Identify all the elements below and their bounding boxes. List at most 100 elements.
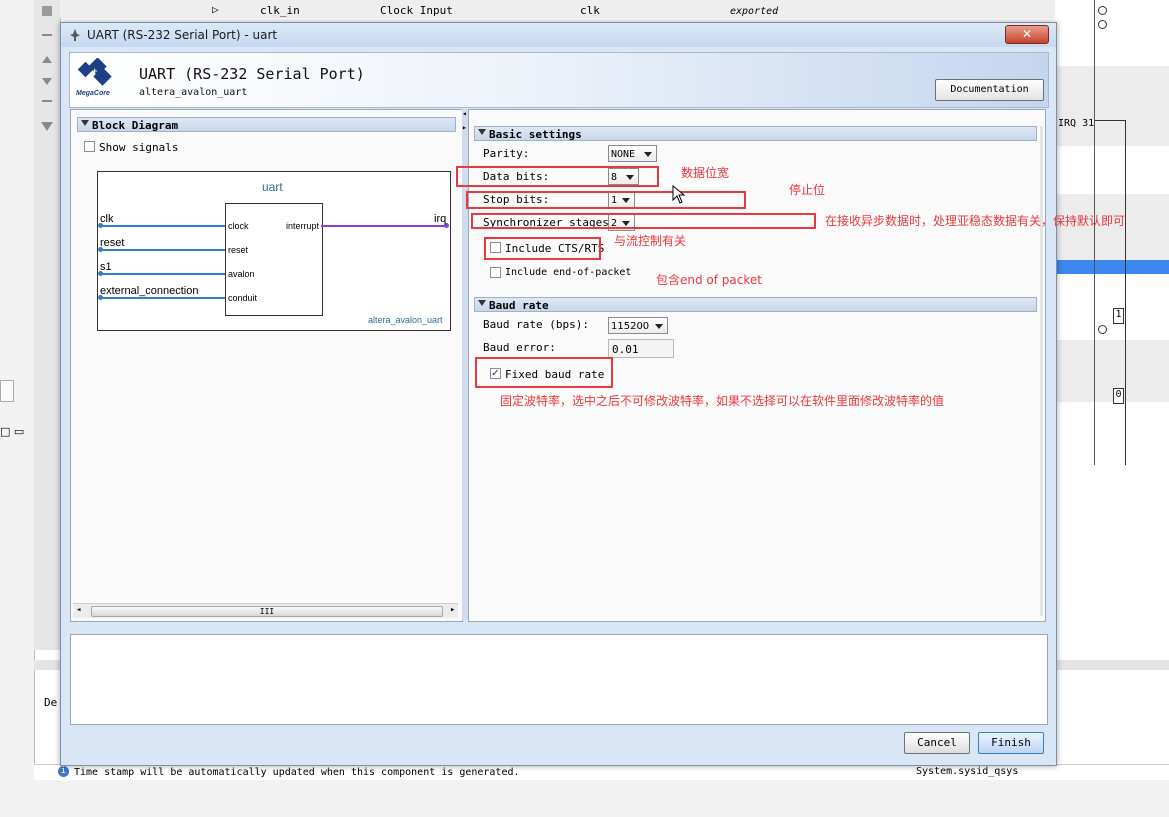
background-table-row[interactable]: ▷ clk_in Clock Input clk exported	[60, 0, 1055, 18]
finish-button[interactable]: Finish	[978, 732, 1044, 754]
annotation-box-stop-bits	[466, 191, 746, 209]
component-title: UART (RS-232 Serial Port)	[139, 65, 365, 83]
annotation-data-bits: 数据位宽	[681, 166, 730, 180]
collapse-triangle-icon[interactable]	[478, 129, 486, 135]
row-cell-desc: Clock Input	[380, 4, 453, 17]
chevron-down-icon	[655, 324, 663, 329]
baud-error-field: 0.01	[608, 339, 674, 358]
collapsed-button[interactable]	[0, 380, 14, 402]
splitter-right-arrow-icon[interactable]: ▸	[462, 123, 467, 132]
chevron-down-icon	[644, 152, 652, 157]
basic-settings-header[interactable]: Basic settings	[474, 126, 1037, 141]
annotation-box-fixed-baud	[475, 357, 613, 388]
show-signals-checkbox[interactable]	[84, 141, 95, 152]
scroll-thumb[interactable]: III	[91, 606, 443, 617]
status-bar: i Time stamp will be automatically updat…	[34, 764, 1169, 781]
external-connection-wire	[100, 297, 225, 299]
baud-error-label: Baud error:	[483, 341, 556, 354]
dialog-title: UART (RS-232 Serial Port) - uart	[87, 28, 278, 42]
end-of-packet-label: Include end-of-packet	[505, 267, 632, 278]
baud-rate-select[interactable]: 115200	[608, 317, 668, 334]
move-down-icon[interactable]	[42, 78, 52, 85]
port-label-s1: s1	[100, 261, 112, 273]
move-up-icon[interactable]	[42, 56, 52, 63]
port-label-external-connection: external_connection	[100, 285, 199, 297]
port-label-irq: irq	[434, 213, 447, 225]
left-panel: □ ▭ De	[0, 0, 57, 817]
dialog-titlebar[interactable]: UART (RS-232 Serial Port) - uart ✕	[61, 23, 1056, 47]
annotation-cts: 与流控制有关	[614, 234, 687, 248]
connection-line	[1094, 0, 1095, 465]
internal-port-conduit: conduit	[228, 293, 258, 303]
irq-wire	[321, 225, 446, 227]
baud-rate-header[interactable]: Baud rate	[474, 297, 1037, 312]
move-top-icon[interactable]	[42, 34, 52, 36]
megacore-logo-icon: +	[78, 58, 112, 86]
horizontal-scrollbar[interactable]: ◂ III ▸	[73, 603, 458, 618]
annotation-box-sync	[471, 213, 816, 229]
selected-row[interactable]	[1055, 260, 1169, 274]
irq-number[interactable]: 0	[1113, 388, 1124, 404]
internal-port-avalon: avalon	[228, 269, 255, 279]
info-icon: i	[58, 766, 69, 777]
irq-bus	[1125, 120, 1126, 465]
bottom-area	[34, 780, 1169, 817]
collapse-triangle-icon[interactable]	[478, 300, 486, 306]
toolbar-icon[interactable]	[42, 6, 52, 16]
annotation-fixed-baud: 固定波特率，选中之后不可修改波特率，如果不选择可以在软件里面修改波特率的值	[500, 394, 945, 408]
end-of-packet-checkbox[interactable]	[490, 267, 501, 278]
row-port-icon: ▷	[212, 3, 219, 16]
svg-text:+: +	[92, 66, 97, 76]
collapse-triangle-icon[interactable]	[81, 120, 89, 126]
splitter-left-arrow-icon[interactable]: ◂	[462, 109, 467, 118]
panel-icons[interactable]: □ ▭	[0, 425, 24, 438]
scroll-left-icon[interactable]: ◂	[76, 605, 81, 615]
cancel-button[interactable]: Cancel	[904, 732, 970, 754]
internal-port-interrupt: interrupt	[286, 221, 320, 231]
baud-rate-title: Baud rate	[489, 299, 549, 312]
background-band	[1055, 340, 1169, 402]
port-label-clk: clk	[100, 213, 114, 225]
connection-dot[interactable]	[1098, 6, 1107, 15]
component-header: + MegaCore UART (RS-232 Serial Port) alt…	[69, 52, 1049, 108]
irq-number[interactable]: 1	[1113, 308, 1124, 324]
s1-wire	[100, 273, 225, 275]
diagram-canvas: uart clk reset s1 external_connection cl…	[97, 171, 451, 331]
block-diagram-pane: Block Diagram Show signals uart clk rese…	[70, 109, 463, 622]
app-icon	[70, 29, 80, 41]
parity-label: Parity:	[483, 147, 530, 160]
background-band	[1055, 66, 1169, 146]
clk-wire	[100, 225, 225, 227]
annotation-eop: 包含end of packet	[656, 273, 762, 287]
block-diagram-header[interactable]: Block Diagram	[77, 117, 456, 132]
connection-dot[interactable]	[1098, 20, 1107, 29]
basic-settings-title: Basic settings	[489, 128, 582, 141]
port-label-reset: reset	[100, 237, 125, 249]
move-bottom-icon[interactable]	[42, 100, 52, 102]
internal-port-reset: reset	[228, 245, 249, 255]
annotation-sync: 在接收异步数据时，处理亚稳态数据有关，保持默认即可	[825, 214, 1126, 228]
vertical-scrollbar[interactable]	[1040, 126, 1043, 616]
parity-select[interactable]: NONE	[608, 145, 657, 162]
scroll-right-icon[interactable]: ▸	[450, 605, 455, 615]
documentation-button[interactable]: Documentation	[935, 79, 1044, 101]
block-diagram-title: Block Diagram	[92, 119, 179, 132]
annotation-box-data-bits	[456, 166, 659, 187]
connection-dot[interactable]	[1098, 325, 1107, 334]
logo-text: MegaCore	[76, 90, 110, 97]
row-cell-name: clk_in	[260, 4, 300, 17]
row-cell-clock: clk	[580, 4, 600, 17]
irq-label: IRQ 31	[1058, 118, 1095, 129]
baud-rate-label: Baud rate (bps):	[483, 318, 589, 331]
reset-wire	[100, 249, 225, 251]
mouse-cursor-icon	[672, 185, 686, 204]
annotation-stop-bits: 停止位	[789, 183, 826, 197]
toolbar-strip	[34, 0, 61, 650]
megacore-logo: + MegaCore	[74, 58, 122, 102]
close-button[interactable]: ✕	[1005, 25, 1049, 44]
filter-icon[interactable]	[41, 122, 53, 131]
internal-port-clock: clock	[228, 221, 249, 231]
parity-value: NONE	[611, 149, 636, 160]
row-cell-export: exported	[730, 6, 779, 17]
component-subtitle: altera_avalon_uart	[139, 87, 248, 98]
